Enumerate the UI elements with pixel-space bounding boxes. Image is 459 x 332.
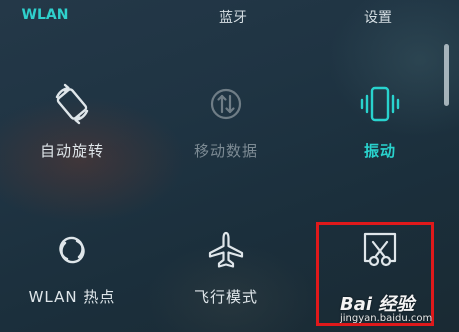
wlan-hotspot-label: WLAN 热点 bbox=[28, 288, 116, 306]
vibrate-label: 振动 bbox=[363, 142, 396, 160]
tab-settings[interactable]: 设置 bbox=[364, 7, 392, 27]
toggle-vibrate[interactable]: 振动 bbox=[320, 82, 440, 172]
auto-rotate-label: 自动旋转 bbox=[39, 142, 104, 160]
rotate-icon bbox=[55, 83, 89, 125]
scrollbar[interactable] bbox=[444, 44, 449, 106]
toggle-auto-rotate[interactable]: 自动旋转 bbox=[12, 82, 132, 172]
watermark-url: jingyan.baidu.com bbox=[340, 313, 433, 324]
toggle-wlan-hotspot[interactable]: WLAN 热点 bbox=[12, 228, 132, 318]
tab-wlan[interactable]: WLAN bbox=[22, 7, 69, 23]
hotspot-icon bbox=[59, 236, 85, 264]
vibrate-icon bbox=[360, 86, 400, 122]
tab-bluetooth[interactable]: 蓝牙 bbox=[219, 7, 247, 27]
toggle-airplane-mode[interactable]: 飞行模式 bbox=[166, 228, 286, 318]
toggle-mobile-data[interactable]: 移动数据 bbox=[166, 82, 286, 172]
watermark: Bai 经验 jingyan.baidu.com bbox=[340, 290, 458, 330]
airplane-mode-label: 飞行模式 bbox=[193, 288, 258, 306]
mobile-data-icon bbox=[210, 88, 242, 120]
mobile-data-label: 移动数据 bbox=[193, 142, 258, 160]
airplane-icon bbox=[208, 231, 244, 268]
